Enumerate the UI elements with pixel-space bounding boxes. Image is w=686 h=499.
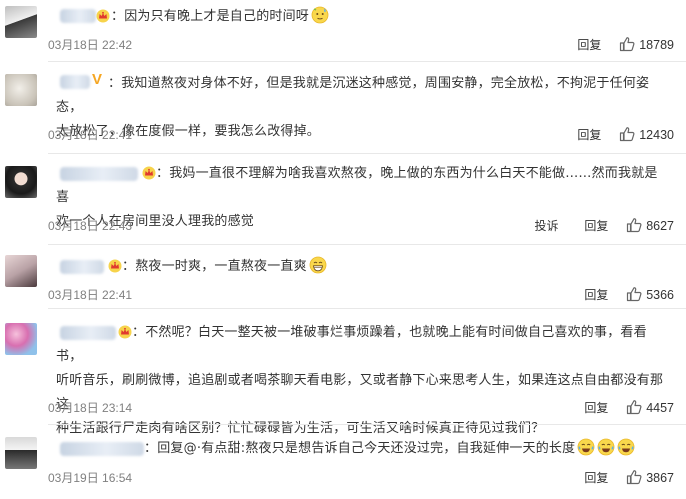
comment-item: ：因为只有晚上才是自己的时间呀 03月18日 22:42 回复 18789 [0,0,686,62]
comment-text: ：回复@·有点甜:熬夜只是想告诉自己今天还没过完，自我延伸一天的长度 [56,437,666,461]
reply-button[interactable]: 回复 [584,288,608,302]
comment-time: 03月18日 23:14 [48,401,133,415]
comment-text: ：我知道熬夜对身体不好，但是我就是沉迷这种感觉，周围安静，完全放松，不拘泥于任何… [56,72,666,144]
separator: ： [144,441,158,456]
like-button[interactable]: 4457 [626,399,674,415]
avatar[interactable] [5,255,37,287]
thumbs-up-icon [626,399,642,415]
comment-body: 熬夜一时爽，一直熬夜一直爽 [135,259,307,274]
comment-time: 03月18日 22:42 [48,38,133,52]
emoji-grin-icon [309,256,327,274]
comment-actions: 回复 12430 [577,126,674,144]
comment-body: :熬夜只是想告诉自己今天还没过完，自我延伸一天的长度 [240,441,576,456]
comment-time: 03月19日 16:54 [48,471,133,485]
comment-time: 03月18日 22:41 [48,288,133,302]
reply-button[interactable]: 回复 [584,219,608,233]
comment-actions: 投诉 回复 8627 [535,217,674,235]
thumbs-up-icon [626,469,642,485]
like-count: 18789 [639,38,674,52]
like-count: 4457 [646,401,674,415]
comment-text: ：因为只有晚上才是自己的时间呀 [56,5,666,29]
comment-actions: 回复 5366 [584,286,674,304]
comment-body-cont: 听听音乐，刷刷微博，追追剧或者喝茶聊天看电影，又或者静下心来思考人生，如果连这点… [56,373,664,412]
like-count: 8627 [646,219,674,233]
avatar[interactable] [5,74,37,106]
avatar[interactable] [5,323,37,355]
comment-actions: 回复 3867 [584,469,674,487]
comment-body: 不然呢？白天一整天被一堆破事烂事烦躁着，也就晚上能有时间做自己喜欢的事，看看书， [56,325,647,364]
comment-actions: 回复 18789 [577,36,674,54]
like-button[interactable]: 18789 [619,36,674,52]
emoji-tears-of-joy-icon [577,438,595,456]
reply-button[interactable]: 回复 [584,471,608,485]
comment-time: 03月18日 22:41 [48,128,133,142]
like-button[interactable]: 5366 [626,286,674,302]
reply-button[interactable]: 回复 [577,38,601,52]
comment-item: ：不然呢？白天一整天被一堆破事烂事烦躁着，也就晚上能有时间做自己喜欢的事，看看书… [0,309,686,436]
separator: ： [122,259,136,274]
comment-body: 因为只有晚上才是自己的时间呀 [124,9,310,24]
reply-button[interactable]: 回复 [584,401,608,415]
reply-prefix: 回复@ [157,441,197,456]
avatar[interactable] [5,6,37,38]
emoji-tears-of-joy-icon [597,438,615,456]
separator: ： [111,9,125,24]
separator: ： [108,76,122,91]
comment-actions: 回复 4457 [584,399,674,417]
thumbs-up-icon [626,217,642,233]
like-button[interactable]: 8627 [626,217,674,233]
comment-body: 我知道熬夜对身体不好，但是我就是沉迷这种感觉，周围安静，完全放松，不拘泥于任何姿… [56,76,650,115]
reply-target-link[interactable]: ·有点甜 [197,441,241,456]
comment-text: ：熬夜一时爽，一直熬夜一直爽 [56,255,666,279]
thumbs-up-icon [626,286,642,302]
avatar[interactable] [5,166,37,198]
comment-time: 03月18日 22:43 [48,219,133,233]
separator: ： [156,166,170,181]
like-button[interactable]: 3867 [626,469,674,485]
like-count: 3867 [646,471,674,485]
avatar[interactable] [5,437,37,469]
thumbs-up-icon [619,126,635,142]
report-button[interactable]: 投诉 [535,219,559,233]
like-count: 5366 [646,288,674,302]
comment-item: ：我妈一直很不理解为啥我喜欢熬夜，晚上做的东西为什么白天不能做……然而我就是喜 … [0,154,686,245]
emoji-sweat-icon [311,6,329,24]
comment-item: ：熬夜一时爽，一直熬夜一直爽 03月18日 22:41 回复 5366 [0,245,686,309]
comment-text: ：不然呢？白天一整天被一堆破事烂事烦躁着，也就晚上能有时间做自己喜欢的事，看看书… [56,321,666,441]
like-count: 12430 [639,128,674,142]
comment-item: V ：我知道熬夜对身体不好，但是我就是沉迷这种感觉，周围安静，完全放松，不拘泥于… [0,62,686,154]
comment-item: ：回复@·有点甜:熬夜只是想告诉自己今天还没过完，自我延伸一天的长度 03月19… [0,425,686,499]
separator: ： [132,325,146,340]
thumbs-up-icon [619,36,635,52]
emoji-tears-of-joy-icon [617,438,635,456]
reply-button[interactable]: 回复 [577,128,601,142]
comment-body: 我妈一直很不理解为啥我喜欢熬夜，晚上做的东西为什么白天不能做……然而我就是喜 [56,166,658,205]
like-button[interactable]: 12430 [619,126,674,142]
